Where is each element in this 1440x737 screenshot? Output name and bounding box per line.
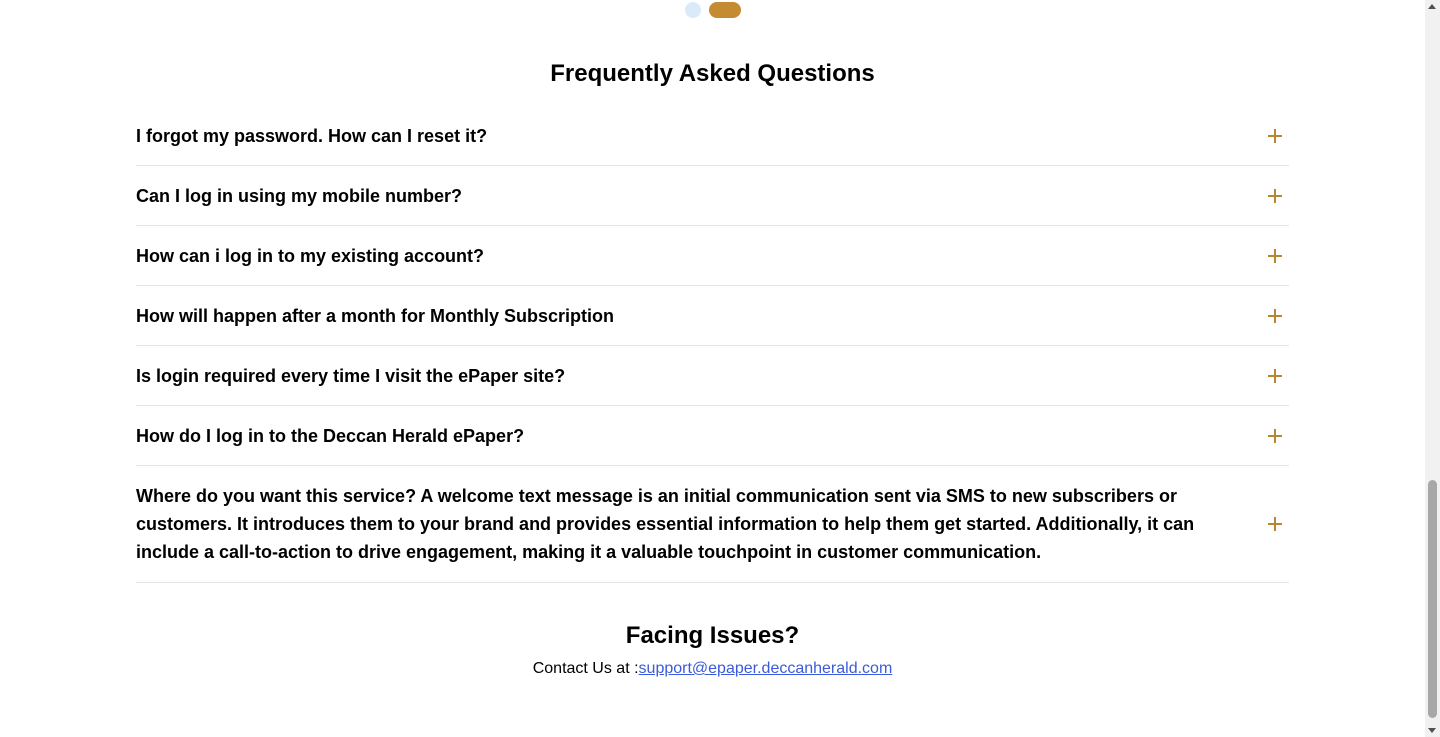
carousel-dot-2-active[interactable] <box>709 2 741 18</box>
plus-icon[interactable] <box>1268 428 1282 443</box>
plus-icon[interactable] <box>1268 308 1282 323</box>
plus-icon[interactable] <box>1268 368 1282 383</box>
carousel-indicators <box>685 2 741 18</box>
faq-item[interactable]: How will happen after a month for Monthl… <box>136 286 1289 346</box>
plus-icon[interactable] <box>1268 128 1282 143</box>
carousel-dot-1[interactable] <box>685 2 701 18</box>
faq-item[interactable]: How do I log in to the Deccan Herald ePa… <box>136 406 1289 466</box>
contact-prefix: Contact Us at : <box>532 660 639 677</box>
plus-icon[interactable] <box>1268 517 1282 531</box>
faq-question: I forgot my password. How can I reset it… <box>136 125 488 146</box>
plus-icon[interactable] <box>1268 248 1282 263</box>
faq-item[interactable]: Is login required every time I visit the… <box>136 346 1289 406</box>
faq-question: How will happen after a month for Monthl… <box>136 305 615 326</box>
faq-item[interactable]: How can i log in to my existing account? <box>136 226 1289 286</box>
scroll-thumb[interactable] <box>1428 480 1437 718</box>
page: Frequently Asked Questions I forgot my p… <box>0 0 1425 737</box>
faq-question: How can i log in to my existing account? <box>136 245 485 266</box>
plus-icon[interactable] <box>1268 188 1282 203</box>
faq-item[interactable]: Where do you want this service? A welcom… <box>136 466 1289 583</box>
faq-item[interactable]: I forgot my password. How can I reset it… <box>136 106 1289 166</box>
faq-question: Where do you want this service? A welcom… <box>136 486 1195 562</box>
page-scrollbar[interactable] <box>1425 0 1440 737</box>
faq-question: Is login required every time I visit the… <box>136 365 566 386</box>
contact-line: Contact Us at :support@epaper.deccanhera… <box>0 658 1425 680</box>
support-email-link[interactable]: support@epaper.deccanherald.com <box>639 660 893 677</box>
issues-title: Facing Issues? <box>625 622 800 649</box>
scroll-up-arrow-icon[interactable] <box>1428 4 1436 9</box>
faq-list: I forgot my password. How can I reset it… <box>136 106 1289 583</box>
faq-item[interactable]: Can I log in using my mobile number? <box>136 166 1289 226</box>
faq-title: Frequently Asked Questions <box>550 60 875 87</box>
faq-question: Can I log in using my mobile number? <box>136 185 463 206</box>
scroll-down-arrow-icon[interactable] <box>1428 728 1436 733</box>
faq-question: How do I log in to the Deccan Herald ePa… <box>136 425 525 446</box>
